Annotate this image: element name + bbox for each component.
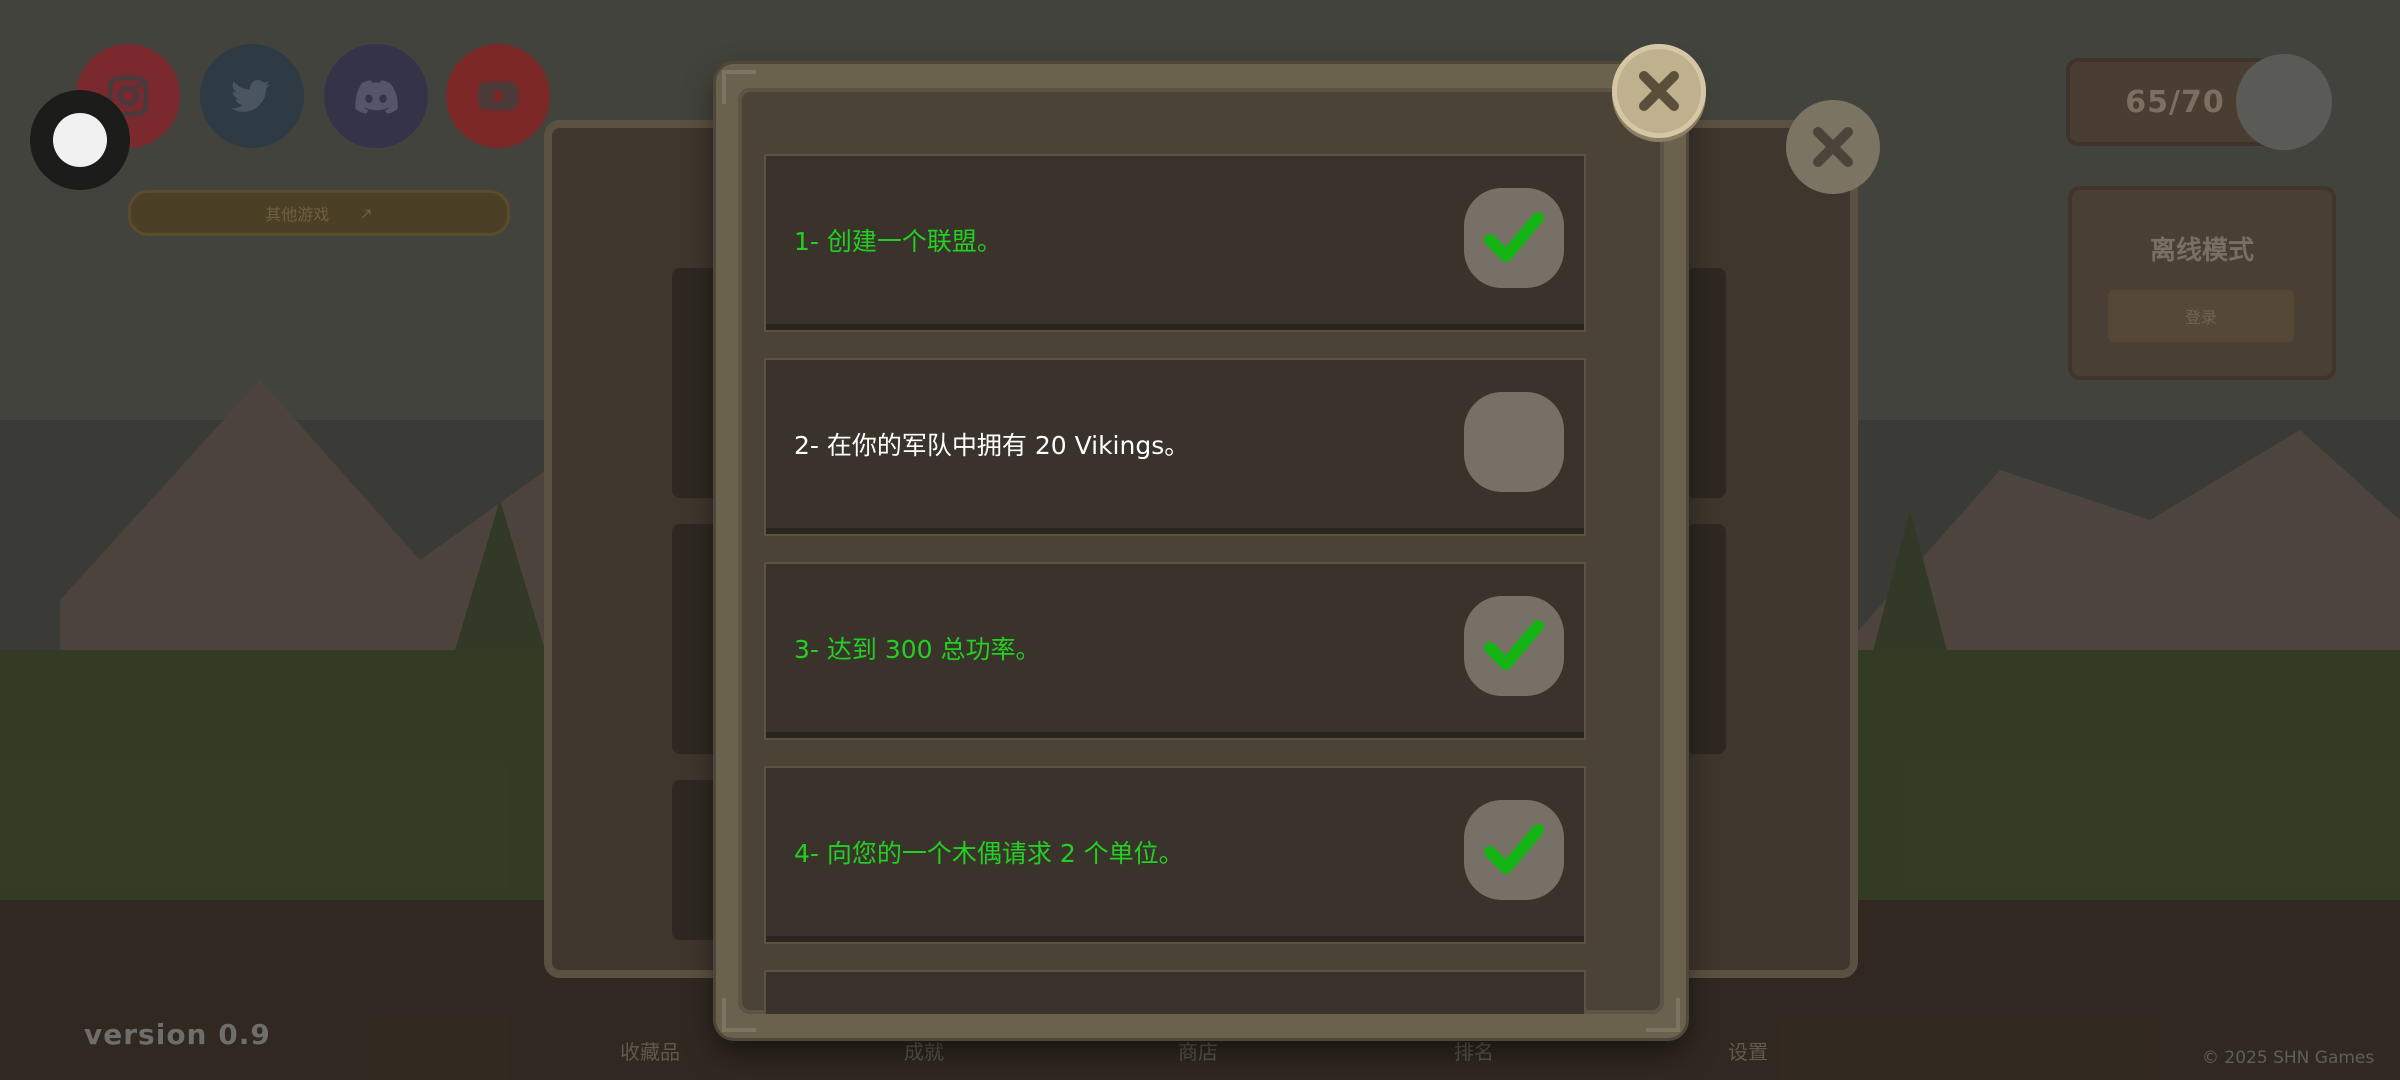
quest-checkbox xyxy=(1464,188,1564,288)
quest-item-partial xyxy=(766,972,1584,1014)
checkmark-icon xyxy=(1484,824,1544,874)
quest-text: 3- 达到 300 总功率。 xyxy=(794,635,1041,664)
quest-item: 1- 创建一个联盟。 xyxy=(766,156,1584,330)
version-label: version 0.9 xyxy=(84,1018,271,1051)
offline-mode-title: 离线模式 xyxy=(2149,236,2254,266)
quest-text: 1- 创建一个联盟。 xyxy=(794,227,1002,256)
quest-checkbox xyxy=(1464,392,1564,492)
youtube-button[interactable] xyxy=(446,44,550,148)
quest-item: 4- 向您的一个木偶请求 2 个单位。 xyxy=(766,768,1584,942)
copyright-label: © 2025 SHN Games xyxy=(2202,1048,2375,1068)
other-games-button[interactable]: 其他游戏 ↗ xyxy=(128,190,510,236)
youtube-icon xyxy=(478,82,518,110)
close-icon xyxy=(1813,127,1853,167)
login-button[interactable]: 登录 xyxy=(2108,290,2294,342)
twitter-button[interactable] xyxy=(200,44,304,148)
offline-mode-panel: 离线模式 登录 xyxy=(2068,186,2336,380)
discord-button[interactable] xyxy=(324,44,428,148)
nav-shop[interactable]: 商店 xyxy=(1178,1036,1218,1065)
quest-modal: 1- 创建一个联盟。 2- 在你的军队中拥有 20 Vikings。 3- 达到… xyxy=(716,64,1686,1038)
background-close-button[interactable] xyxy=(1786,100,1880,194)
quest-checkbox xyxy=(1464,596,1564,696)
checkmark-icon xyxy=(1484,620,1544,670)
quest-text: 4- 向您的一个木偶请求 2 个单位。 xyxy=(794,839,1184,868)
quest-checkbox xyxy=(1464,800,1564,900)
nav-collectibles[interactable]: 收藏品 xyxy=(620,1036,680,1065)
external-link-icon: ↗ xyxy=(359,203,373,223)
nav-achievements[interactable]: 成就 xyxy=(904,1036,944,1065)
discord-icon xyxy=(355,80,398,114)
twitter-icon xyxy=(231,80,271,112)
avatar[interactable] xyxy=(2236,54,2332,150)
other-games-label: 其他游戏 xyxy=(265,205,330,224)
floating-assistive-button[interactable] xyxy=(30,90,130,190)
nav-settings[interactable]: 设置 xyxy=(1728,1036,1768,1065)
checkmark-icon xyxy=(1484,212,1544,262)
quest-text: 2- 在你的军队中拥有 20 Vikings。 xyxy=(794,431,1190,460)
quest-item: 3- 达到 300 总功率。 xyxy=(766,564,1584,738)
close-icon xyxy=(1639,71,1679,111)
close-button[interactable] xyxy=(1612,44,1706,138)
nav-ranking[interactable]: 排名 xyxy=(1454,1036,1494,1065)
quest-item: 2- 在你的军队中拥有 20 Vikings。 xyxy=(766,360,1584,534)
quest-list[interactable]: 1- 创建一个联盟。 2- 在你的军队中拥有 20 Vikings。 3- 达到… xyxy=(738,88,1664,1014)
